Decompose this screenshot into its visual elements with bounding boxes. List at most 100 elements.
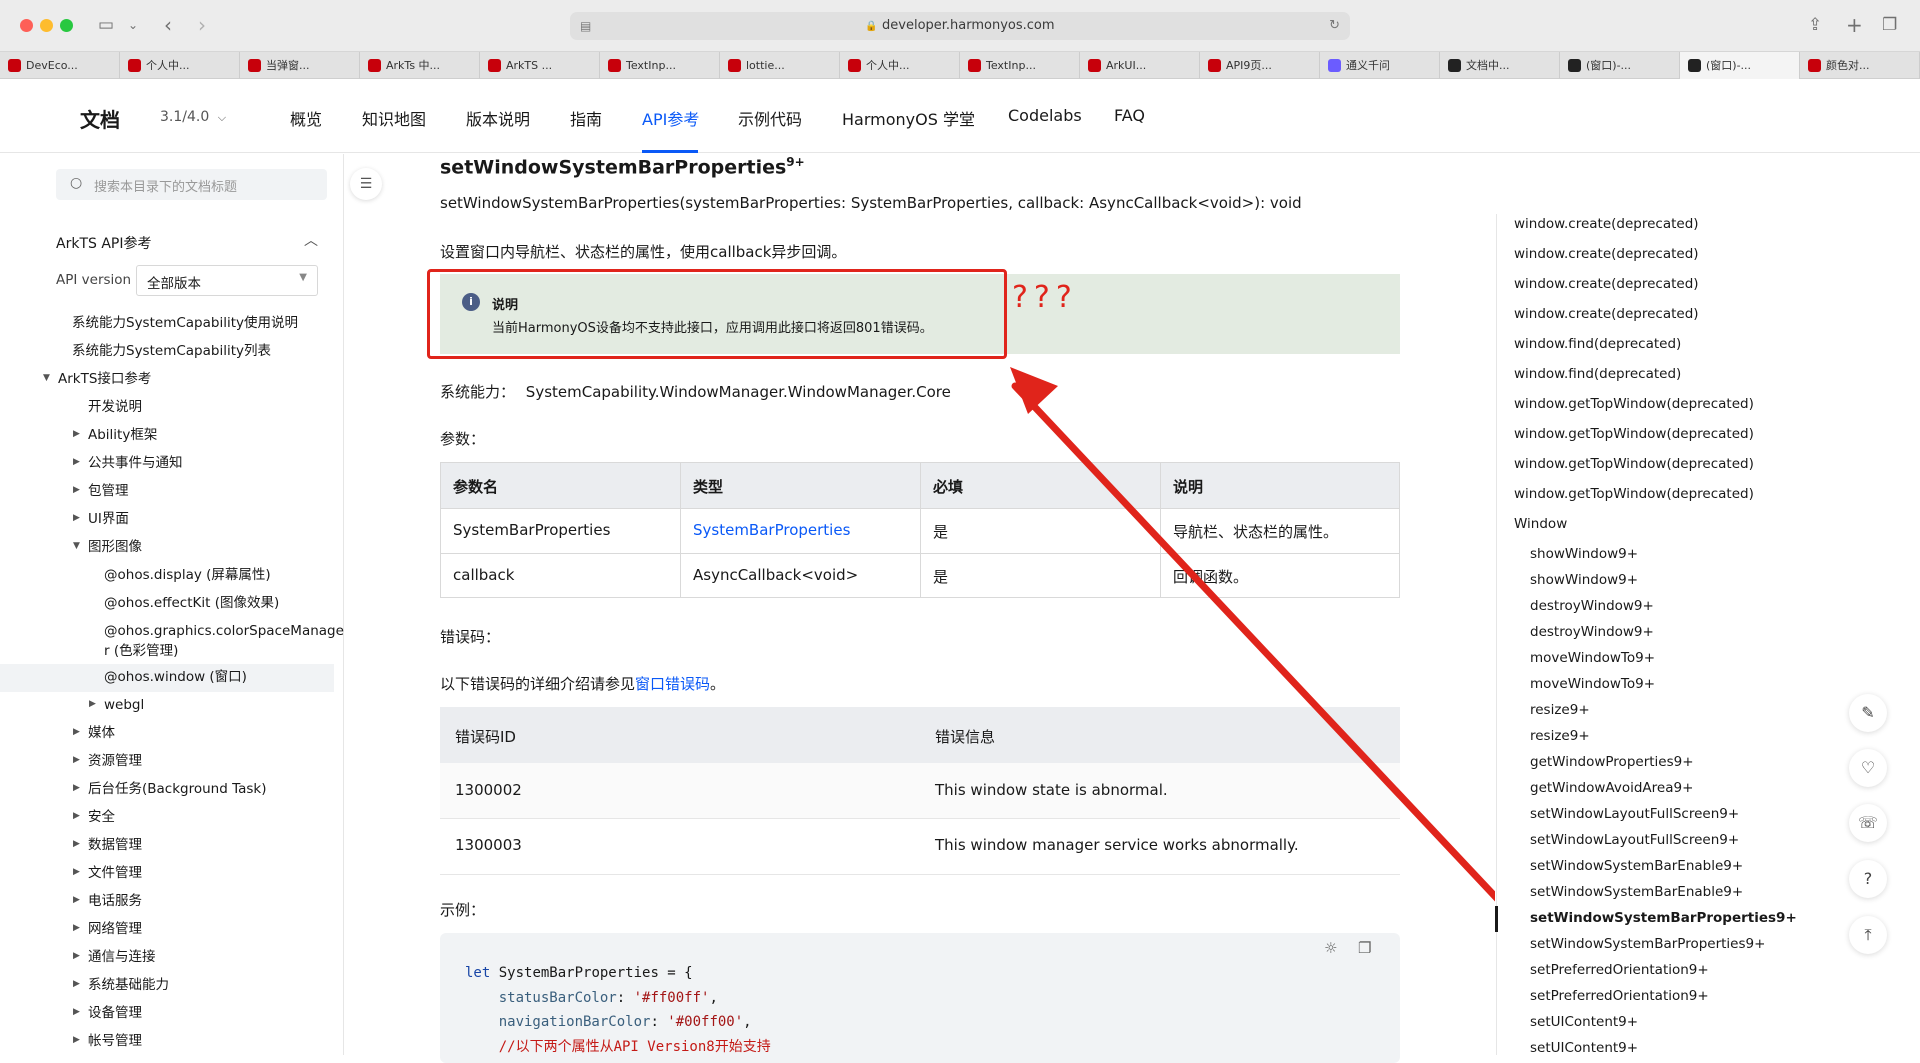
browser-tab[interactable]: lottie... [720,52,840,79]
caret-right-icon[interactable]: ▶ [73,951,80,961]
toc-subitem[interactable]: getWindowProperties9+ [1530,754,1694,770]
toc-subitem[interactable]: getWindowAvoidArea9+ [1530,780,1693,796]
nav-item[interactable]: 指南 [570,106,602,130]
reader-icon[interactable]: ▤ [580,12,591,40]
back-to-top-icon[interactable]: ⤒ [1849,916,1887,954]
toc-subitem[interactable]: moveWindowTo9+ [1530,650,1655,666]
reload-icon[interactable]: ↻ [1329,12,1340,40]
toc-item[interactable]: window.find(deprecated) [1514,366,1681,382]
caret-right-icon[interactable]: ▶ [73,783,80,793]
sidebar-item[interactable]: @ohos.effectKit (图像效果) [104,594,279,612]
sidebar-item[interactable]: 媒体 [88,724,115,742]
version-selector[interactable]: 3.1/4.0 ⌵ [160,109,226,125]
browser-tab[interactable]: ArkTS ... [480,52,600,79]
caret-right-icon[interactable]: ▶ [73,755,80,765]
address-bar[interactable]: ▤ 🔒 developer.harmonyos.com ↻ [570,12,1350,40]
caret-down-icon[interactable]: ▼ [43,373,50,383]
toc-subitem[interactable]: setPreferredOrientation9+ [1530,988,1709,1004]
sidebar-section-title[interactable]: ArkTS API参考 [56,233,151,253]
browser-tab[interactable]: (窗口)-... [1680,52,1800,79]
toc-item[interactable]: window.create(deprecated) [1514,216,1699,232]
sidebar-item[interactable]: 开发说明 [88,398,142,416]
toc-subitem[interactable]: setUIContent9+ [1530,1014,1638,1030]
sidebar-item[interactable]: Ability框架 [88,426,157,444]
caret-right-icon[interactable]: ▶ [73,895,80,905]
sidebar-item[interactable]: 帐号管理 [88,1032,142,1050]
browser-tab[interactable]: 个人中... [120,52,240,79]
caret-right-icon[interactable]: ▶ [73,513,80,523]
sidebar-item[interactable]: 资源管理 [88,752,142,770]
minimize-window-button[interactable] [40,19,53,32]
sidebar-item[interactable]: 数据管理 [88,836,142,854]
toc-subitem[interactable]: setWindowSystemBarEnable9+ [1530,884,1743,900]
browser-tab[interactable]: API9页... [1200,52,1320,79]
nav-item[interactable]: 示例代码 [738,106,802,130]
caret-right-icon[interactable]: ▶ [73,867,80,877]
sidebar-item[interactable]: 图形图像 [88,538,142,556]
help-icon[interactable]: ? [1849,860,1887,898]
sidebar-item[interactable]: 系统能力SystemCapability列表 [72,342,271,360]
sidebar-item[interactable]: 公共事件与通知 [88,454,183,472]
nav-item[interactable]: FAQ [1114,106,1145,125]
toc-subitem[interactable]: setWindowLayoutFullScreen9+ [1530,806,1739,822]
toc-subitem[interactable]: setWindowSystemBarProperties9+ [1530,910,1797,926]
nav-item[interactable]: 版本说明 [466,106,530,130]
site-title[interactable]: 文档 [80,104,120,133]
caret-right-icon[interactable]: ▶ [73,811,80,821]
favorite-icon[interactable]: ♡ [1849,749,1887,787]
toc-subitem[interactable]: destroyWindow9+ [1530,598,1654,614]
chevron-up-icon[interactable]: ︿ [304,230,318,250]
sidebar-item[interactable]: 系统基础能力 [88,976,169,994]
toc-item[interactable]: window.getTopWindow(deprecated) [1514,396,1754,412]
sidebar-item[interactable]: 设备管理 [88,1004,142,1022]
caret-right-icon[interactable]: ▶ [73,979,80,989]
caret-right-icon[interactable]: ▶ [73,429,80,439]
sidebar-item[interactable]: @ohos.display (屏幕属性) [104,566,271,584]
sidebar-item[interactable]: 安全 [88,808,115,826]
caret-right-icon[interactable]: ▶ [73,485,80,495]
toc-subitem[interactable]: setWindowSystemBarEnable9+ [1530,858,1743,874]
caret-right-icon[interactable]: ▶ [73,1035,80,1045]
forward-icon[interactable]: › [198,14,206,36]
api-version-select[interactable]: 全部版本 ▼ [136,265,318,296]
nav-item[interactable]: 知识地图 [362,106,426,130]
sidebar-item[interactable]: 电话服务 [88,892,142,910]
browser-tab[interactable]: TextInp... [960,52,1080,79]
toc-item[interactable]: window.getTopWindow(deprecated) [1514,456,1754,472]
sidebar-item[interactable]: 系统能力SystemCapability使用说明 [72,314,298,332]
share-icon[interactable]: ⇪ [1808,14,1822,36]
feedback-icon[interactable]: ✎ [1849,694,1887,732]
new-tab-icon[interactable]: + [1846,14,1863,36]
toc-subitem[interactable]: resize9+ [1530,702,1590,718]
sidebar-item[interactable]: 通信与连接 [88,948,156,966]
toc-subitem[interactable]: resize9+ [1530,728,1590,744]
toc-item[interactable]: Window [1514,516,1567,532]
toc-item[interactable]: window.getTopWindow(deprecated) [1514,486,1754,502]
toc-subitem[interactable]: destroyWindow9+ [1530,624,1654,640]
sidebar-item[interactable]: webgl [104,696,144,714]
tab-overview-icon[interactable]: ❐ [1882,14,1897,36]
sidebar-item[interactable]: ArkTS接口参考 [58,370,151,388]
close-window-button[interactable] [20,19,33,32]
nav-item[interactable]: API参考 [642,106,699,130]
browser-tab[interactable]: ArkUI... [1080,52,1200,79]
browser-tab[interactable]: DevEco... [0,52,120,79]
toc-subitem[interactable]: showWindow9+ [1530,546,1638,562]
toc-item[interactable]: window.create(deprecated) [1514,306,1699,322]
sidebar-item[interactable]: 文件管理 [88,864,142,882]
chevron-down-icon[interactable]: ⌄ [128,14,138,36]
toc-subitem[interactable]: moveWindowTo9+ [1530,676,1655,692]
support-icon[interactable]: ☏ [1849,804,1887,842]
caret-right-icon[interactable]: ▶ [73,1007,80,1017]
caret-right-icon[interactable]: ▶ [73,457,80,467]
toc-subitem[interactable]: setWindowSystemBarProperties9+ [1530,936,1765,952]
search-input[interactable]: ○ 搜索本目录下的文档标题 [56,169,327,200]
sidebar-item[interactable]: 网络管理 [88,920,142,938]
toc-subitem[interactable]: setWindowLayoutFullScreen9+ [1530,832,1739,848]
browser-tab[interactable]: 个人中... [840,52,960,79]
browser-tab[interactable]: 通义千问 [1320,52,1440,79]
toc-subitem[interactable]: showWindow9+ [1530,572,1638,588]
browser-tab[interactable]: 颜色对... [1800,52,1920,79]
caret-right-icon[interactable]: ▶ [73,923,80,933]
caret-right-icon[interactable]: ▶ [89,699,96,709]
